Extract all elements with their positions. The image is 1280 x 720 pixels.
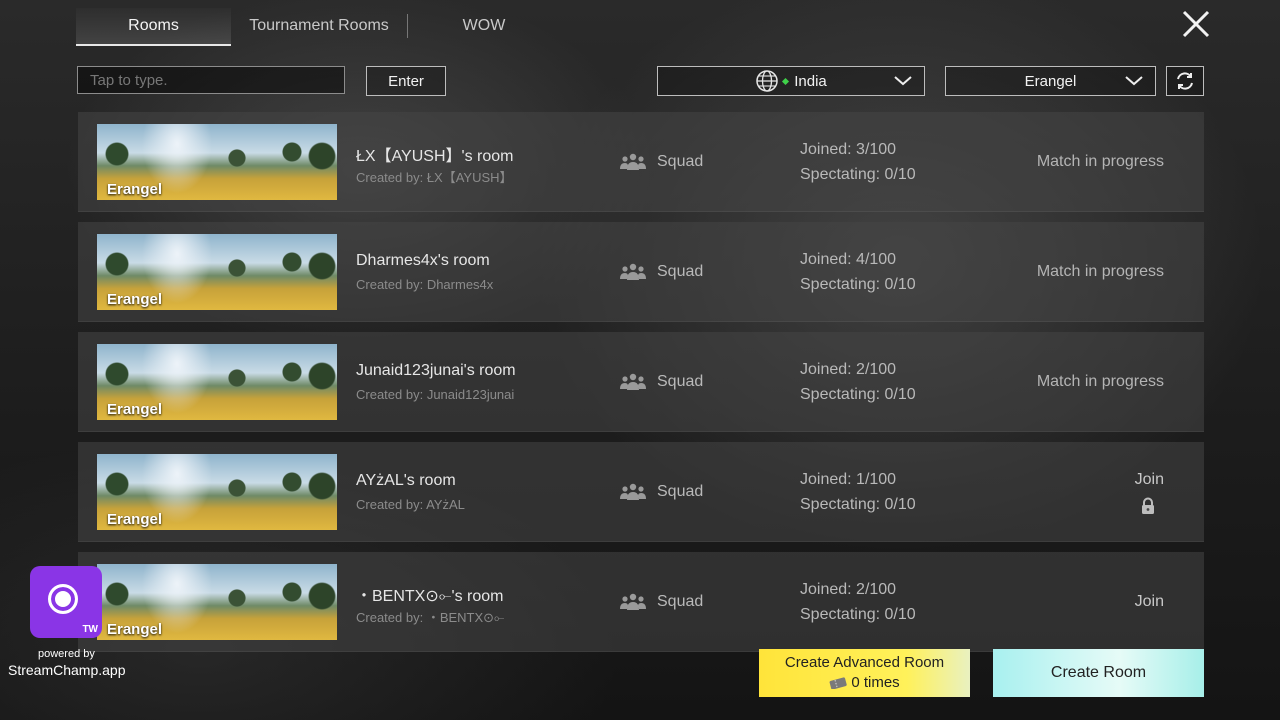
room-row[interactable]: Erangel ・BENTX⊙⟜'s room Created by: ・BEN… bbox=[78, 552, 1204, 652]
mode-label: Squad bbox=[657, 153, 704, 170]
thumbnail-scenery bbox=[97, 576, 337, 612]
room-status: Match in progress bbox=[1036, 373, 1164, 390]
room-list: Erangel ŁX【AYUSH】's room Created by: ŁX【… bbox=[78, 112, 1204, 662]
refresh-icon bbox=[1177, 72, 1193, 90]
map-thumbnail: Erangel bbox=[97, 564, 337, 640]
joined-count: Joined: 1/100 bbox=[800, 471, 897, 488]
joined-count: Joined: 2/100 bbox=[800, 361, 897, 378]
squad-icon bbox=[620, 483, 646, 500]
chevron-down-icon bbox=[894, 76, 912, 86]
map-thumbnail: Erangel bbox=[97, 124, 337, 200]
stream-badge: TW bbox=[82, 624, 98, 635]
room-status: Match in progress bbox=[1036, 153, 1164, 170]
squad-icon bbox=[620, 593, 646, 610]
region-status-dot bbox=[782, 77, 790, 85]
room-row[interactable]: Erangel Junaid123junai's room Created by… bbox=[78, 332, 1204, 432]
room-creator: Created by: ŁX【AYUSH】 bbox=[356, 170, 513, 185]
enter-button[interactable]: Enter bbox=[366, 66, 446, 96]
thumbnail-map-label: Erangel bbox=[107, 621, 163, 638]
join-button[interactable]: Join bbox=[1135, 471, 1164, 489]
room-creator: Created by: Dharmes4x bbox=[356, 277, 494, 292]
mode-label: Squad bbox=[657, 373, 704, 390]
map-thumbnail: Erangel bbox=[97, 234, 337, 310]
room-row[interactable]: Erangel Dharmes4x's room Created by: Dha… bbox=[78, 222, 1204, 322]
room-title: AYżAL's room bbox=[356, 472, 456, 489]
create-advanced-times: 0 times bbox=[851, 674, 900, 691]
room-status: Match in progress bbox=[1036, 263, 1164, 280]
ticket-icon bbox=[829, 676, 847, 689]
thumbnail-scenery bbox=[97, 356, 337, 392]
squad-icon bbox=[620, 373, 646, 390]
tab-tournament-rooms[interactable]: Tournament Rooms bbox=[231, 8, 407, 44]
mode-label: Squad bbox=[657, 593, 704, 610]
thumbnail-map-label: Erangel bbox=[107, 401, 163, 418]
streamchamp-logo: TW bbox=[30, 566, 102, 638]
region-label: India bbox=[794, 72, 827, 90]
room-creator: Created by: Junaid123junai bbox=[356, 387, 515, 402]
chevron-down-icon bbox=[1125, 76, 1143, 86]
map-thumbnail: Erangel bbox=[97, 454, 337, 530]
room-creator: Created by: ・BENTX⊙⟜ bbox=[356, 610, 505, 625]
mode-label: Squad bbox=[657, 483, 704, 500]
squad-icon bbox=[620, 153, 646, 170]
spectating-count: Spectating: 0/10 bbox=[800, 276, 916, 293]
map-thumbnail: Erangel bbox=[97, 344, 337, 420]
room-title: Dharmes4x's room bbox=[356, 252, 490, 269]
room-title: ・BENTX⊙⟜'s room bbox=[356, 588, 504, 605]
room-row[interactable]: Erangel AYżAL's room Created by: AYżAL S… bbox=[78, 442, 1204, 542]
joined-count: Joined: 2/100 bbox=[800, 581, 897, 598]
room-title: Junaid123junai's room bbox=[356, 362, 516, 379]
create-advanced-label: Create Advanced Room bbox=[784, 654, 945, 671]
thumbnail-map-label: Erangel bbox=[107, 181, 163, 198]
thumbnail-scenery bbox=[97, 246, 337, 282]
spectating-count: Spectating: 0/10 bbox=[800, 166, 916, 183]
spectating-count: Spectating: 0/10 bbox=[800, 386, 916, 403]
powered-by-text: powered by bbox=[38, 648, 95, 660]
region-select[interactable]: India bbox=[657, 66, 925, 96]
room-search-input[interactable] bbox=[77, 66, 345, 94]
spectating-count: Spectating: 0/10 bbox=[800, 606, 916, 623]
tab-bar: Rooms Tournament Rooms WOW bbox=[76, 8, 560, 46]
globe-icon bbox=[756, 70, 778, 92]
room-creator: Created by: AYżAL bbox=[356, 497, 465, 512]
refresh-button[interactable] bbox=[1166, 66, 1204, 96]
record-icon bbox=[48, 584, 78, 614]
joined-count: Joined: 4/100 bbox=[800, 251, 897, 268]
map-select[interactable]: Erangel bbox=[945, 66, 1156, 96]
lock-icon bbox=[1142, 497, 1154, 514]
thumbnail-scenery bbox=[97, 136, 337, 172]
create-room-button[interactable]: Create Room bbox=[993, 649, 1204, 697]
mode-label: Squad bbox=[657, 263, 704, 280]
room-title: ŁX【AYUSH】's room bbox=[356, 148, 514, 165]
map-select-label: Erangel bbox=[1024, 72, 1077, 90]
spectating-count: Spectating: 0/10 bbox=[800, 496, 916, 513]
tab-rooms[interactable]: Rooms bbox=[76, 8, 231, 46]
squad-icon bbox=[620, 263, 646, 280]
room-row[interactable]: Erangel ŁX【AYUSH】's room Created by: ŁX【… bbox=[78, 112, 1204, 212]
thumbnail-scenery bbox=[97, 466, 337, 502]
close-icon[interactable] bbox=[1180, 8, 1212, 40]
create-advanced-count: 0 times bbox=[759, 674, 970, 691]
create-advanced-room-button[interactable]: Create Advanced Room 0 times bbox=[759, 649, 970, 697]
joined-count: Joined: 3/100 bbox=[800, 141, 897, 158]
streamchamp-text: StreamChamp.app bbox=[8, 662, 126, 678]
thumbnail-map-label: Erangel bbox=[107, 291, 163, 308]
thumbnail-map-label: Erangel bbox=[107, 511, 163, 528]
join-button[interactable]: Join bbox=[1135, 593, 1164, 611]
tab-wow[interactable]: WOW bbox=[408, 8, 560, 44]
